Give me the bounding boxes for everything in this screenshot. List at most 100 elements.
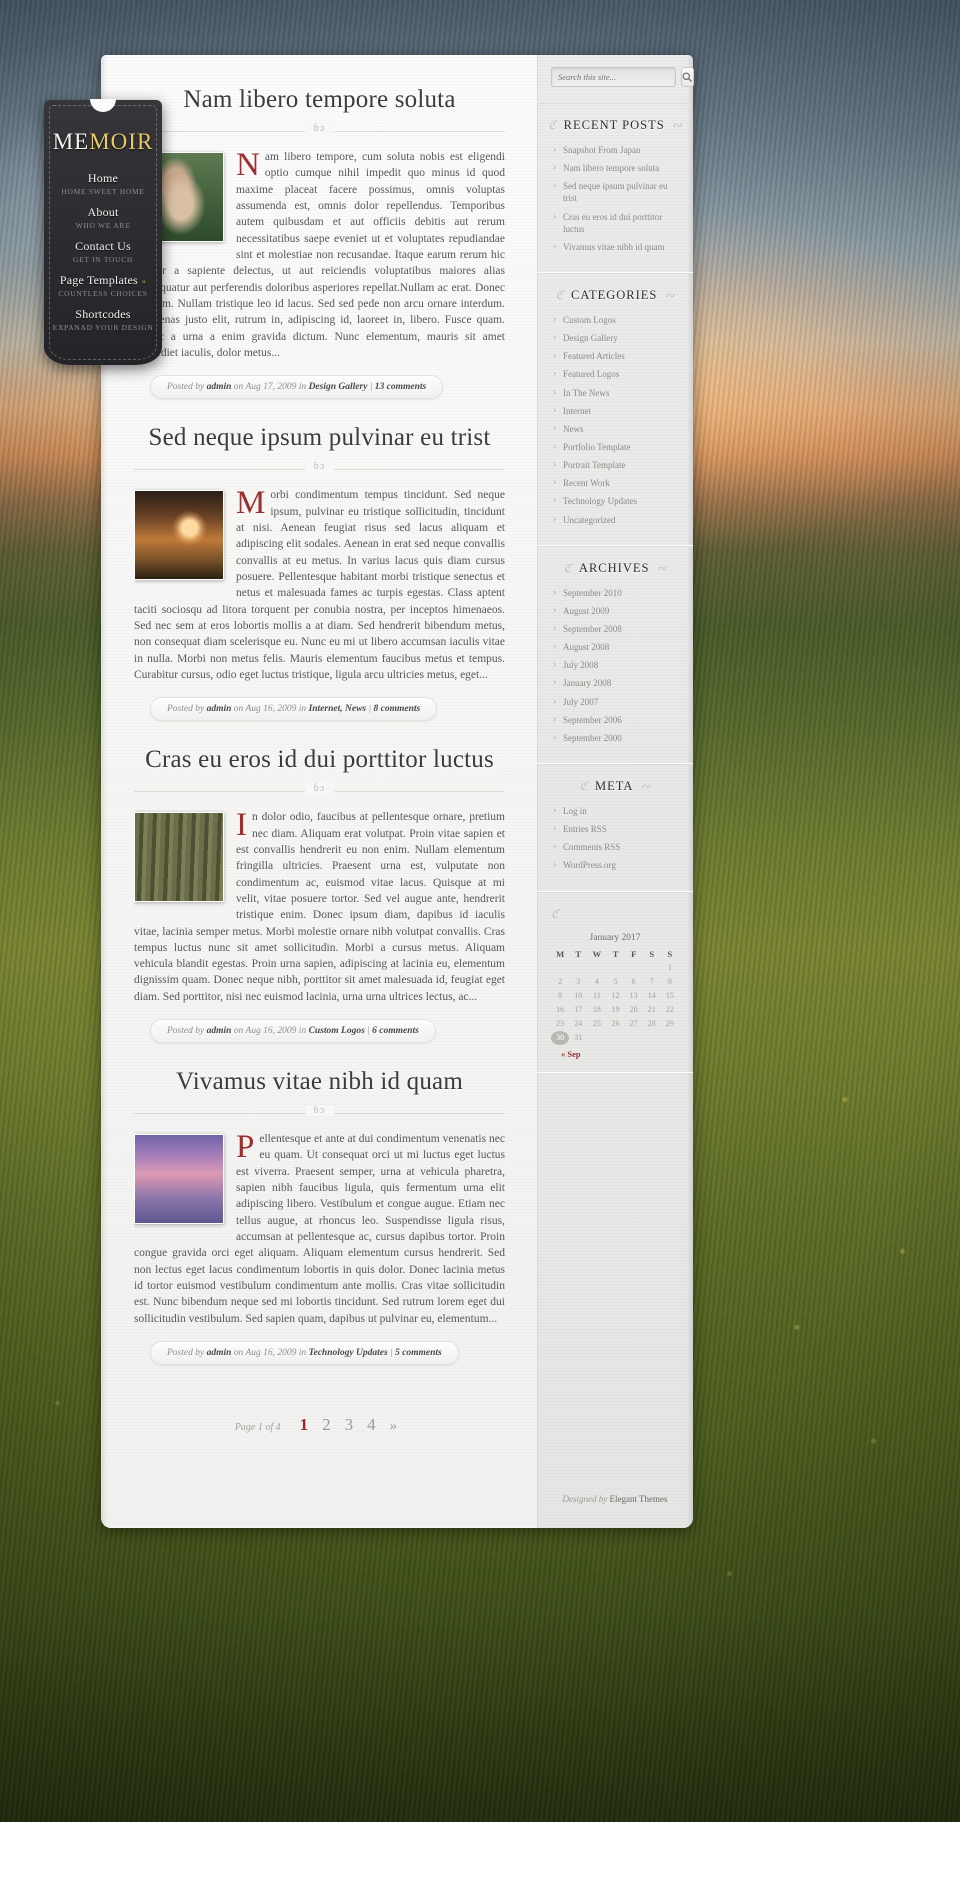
widget-title: ARCHIVES xyxy=(578,560,650,575)
meta-comments[interactable]: 13 comments xyxy=(375,382,426,392)
list-item[interactable]: WordPress.org xyxy=(551,858,679,872)
meta-date: Aug 16, 2009 xyxy=(245,1348,297,1359)
meta-category[interactable]: Custom Logos xyxy=(309,1026,365,1036)
list-item[interactable]: Design Gallery xyxy=(551,331,679,345)
calendar-day: 16 xyxy=(556,1005,565,1014)
logo-prefix: ME xyxy=(52,129,90,154)
nav-item-home[interactable]: Home HOME SWEET HOME xyxy=(44,171,162,196)
list-item[interactable]: Recent Work xyxy=(551,476,679,490)
list-item[interactable]: Featured Articles xyxy=(551,349,679,363)
list-item[interactable]: Technology Updates xyxy=(551,494,679,508)
list-item[interactable]: Featured Logos xyxy=(551,367,679,381)
meta-category[interactable]: Technology Updates xyxy=(309,1348,388,1358)
calendar-day: 19 xyxy=(611,1005,620,1014)
list-item[interactable]: Internet xyxy=(551,404,679,418)
divider-ornament: ɓɔ xyxy=(304,461,335,473)
post-body: P ellentesque et ante at dui condimentum… xyxy=(134,1131,505,1327)
nav-item-contact-us-label: Contact Us xyxy=(75,239,131,253)
list-item[interactable]: Cras eu eros id dui porttitor luctus xyxy=(551,210,679,235)
widget-header: ℭ ARCHIVES ∾ xyxy=(551,561,679,576)
nav-item-home-label: Home xyxy=(87,171,119,185)
post-thumbnail[interactable] xyxy=(134,812,224,903)
book-notch xyxy=(90,99,116,112)
nav-item-contact-us-sub: GET IN TOUCH xyxy=(72,255,134,264)
calendar-prev-month-link[interactable]: « Sep xyxy=(551,1049,679,1059)
search-input[interactable] xyxy=(551,67,676,87)
meta-comments[interactable]: 6 comments xyxy=(372,1026,419,1036)
meta-separator: | xyxy=(367,382,375,393)
post-thumbnail[interactable] xyxy=(134,490,224,581)
meta-posted-by: Posted by xyxy=(167,704,207,715)
pagination-next[interactable]: » xyxy=(390,1418,398,1434)
nav-item-about[interactable]: About WHO WE ARE xyxy=(44,205,162,230)
list-item[interactable]: January 2008 xyxy=(551,676,679,690)
pagination-page-4[interactable]: 4 xyxy=(367,1415,376,1434)
list-item[interactable]: July 2007 xyxy=(551,695,679,709)
post-title[interactable]: Vivamus vitae nibh id quam xyxy=(134,1067,505,1097)
widget-calendar: ℭ January 2017 M T W T F S S 1 2 3 4 5 6… xyxy=(537,891,693,1073)
post-title[interactable]: Nam libero tempore soluta xyxy=(134,85,505,115)
nav-item-page-templates[interactable]: Page Templates COUNTLESS CHOICES xyxy=(44,273,162,298)
list-item[interactable]: July 2008 xyxy=(551,658,679,672)
list-item[interactable]: September 2000 xyxy=(551,731,679,745)
footer-credit-brand[interactable]: Elegant Themes xyxy=(609,1494,667,1504)
widget-title: META xyxy=(594,778,634,793)
meta-list: Log in Entries RSS Comments RSS WordPres… xyxy=(551,804,679,872)
meta-author[interactable]: admin xyxy=(207,382,232,392)
list-item[interactable]: August 2009 xyxy=(551,604,679,618)
list-item[interactable]: Snapshot From Japan xyxy=(551,143,679,157)
calendar-day: 8 xyxy=(667,977,672,986)
list-item[interactable]: News xyxy=(551,422,679,436)
list-item[interactable]: In The News xyxy=(551,386,679,400)
list-item[interactable]: Portfolio Template xyxy=(551,440,679,454)
meta-category[interactable]: Design Gallery xyxy=(309,382,368,392)
post-entry: Cras eu eros id dui porttitor luctus ɓɔ … xyxy=(134,745,505,1044)
meta-author[interactable]: admin xyxy=(207,704,232,714)
nav-item-shortcodes-label: Shortcodes xyxy=(75,307,131,321)
meta-comments[interactable]: 8 comments xyxy=(373,704,420,714)
meta-comments[interactable]: 5 comments xyxy=(395,1348,442,1358)
list-item[interactable]: Entries RSS xyxy=(551,822,679,836)
search-button[interactable] xyxy=(681,67,694,87)
site-logo[interactable]: MEMOIR xyxy=(44,129,162,155)
pagination-page-3[interactable]: 3 xyxy=(345,1415,354,1434)
calendar-day: 2 xyxy=(558,977,563,986)
meta-category[interactable]: Internet, News xyxy=(309,704,367,714)
pagination-page-of: Page 1 of 4 xyxy=(234,1422,281,1434)
list-item[interactable]: Nam libero tempore soluta xyxy=(551,161,679,175)
nav-item-shortcodes[interactable]: Shortcodes EXPANAD YOUR DESIGN xyxy=(44,307,162,332)
list-item[interactable]: Portrait Template xyxy=(551,458,679,472)
meta-author[interactable]: admin xyxy=(207,1348,232,1358)
post-thumbnail[interactable] xyxy=(134,1134,224,1225)
post-title[interactable]: Sed neque ipsum pulvinar eu trist xyxy=(134,423,505,453)
nav-item-contact-us[interactable]: Contact Us GET IN TOUCH xyxy=(44,239,162,264)
list-item[interactable]: August 2008 xyxy=(551,640,679,654)
nav-item-shortcodes-sub: EXPANAD YOUR DESIGN xyxy=(52,323,154,332)
list-item[interactable]: Custom Logos xyxy=(551,313,679,327)
divider-ornament: ɓɔ xyxy=(304,783,335,795)
calendar-day xyxy=(643,961,661,975)
widget-categories: ℭ CATEGORIES ∾ Custom Logos Design Galle… xyxy=(537,272,693,546)
list-item[interactable]: September 2008 xyxy=(551,622,679,636)
widget-meta: ℭ META ∾ Log in Entries RSS Comments RSS… xyxy=(537,763,693,892)
flourish-left-icon: ℭ xyxy=(579,778,588,793)
pagination-page-2[interactable]: 2 xyxy=(322,1415,331,1434)
list-item[interactable]: Log in xyxy=(551,804,679,818)
list-item[interactable]: Comments RSS xyxy=(551,840,679,854)
widget-title: RECENT POSTS xyxy=(563,118,665,132)
divider-ornament: ɓɔ xyxy=(304,123,335,134)
list-item[interactable]: September 2006 xyxy=(551,713,679,727)
archives-list: September 2010 August 2009 September 200… xyxy=(551,586,679,745)
calendar-weekday: F xyxy=(631,948,637,959)
calendar-day: 3 xyxy=(576,977,581,986)
list-item[interactable]: Sed neque ipsum pulvinar eu trist xyxy=(551,179,679,204)
list-item[interactable]: September 2010 xyxy=(551,586,679,600)
meta-author[interactable]: admin xyxy=(207,1026,232,1036)
calendar-day-today: 30 xyxy=(551,1030,570,1045)
pagination-page-1[interactable]: 1 xyxy=(300,1415,309,1434)
list-item[interactable]: Vivamus vitae nibh id quam xyxy=(551,240,679,254)
post-meta: Posted by admin on Aug 16, 2009 in Custo… xyxy=(150,1019,436,1044)
nav-item-page-templates-label: Page Templates xyxy=(44,273,162,288)
list-item[interactable]: Uncategorized xyxy=(551,513,679,527)
post-title[interactable]: Cras eu eros id dui porttitor luctus xyxy=(134,745,505,775)
